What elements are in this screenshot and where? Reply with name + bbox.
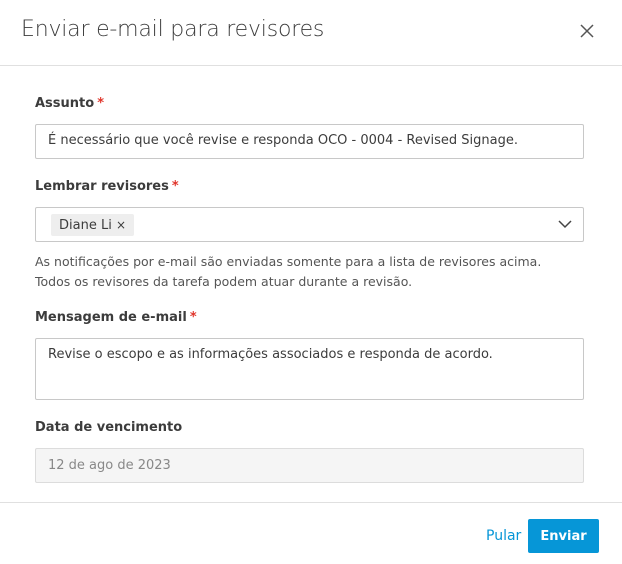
chevron-down-icon[interactable] xyxy=(558,219,572,229)
dialog-header: Enviar e-mail para revisores xyxy=(0,0,622,66)
close-icon[interactable] xyxy=(576,20,598,42)
dialog-footer xyxy=(0,502,622,503)
due-date-input: 12 de ago de 2023 xyxy=(35,448,584,483)
reviewers-label: Lembrar revisores * xyxy=(35,179,179,194)
skip-button[interactable]: Pular xyxy=(486,528,521,544)
chip-remove-icon[interactable]: × xyxy=(116,218,126,232)
subject-label: Assunto * xyxy=(35,96,105,111)
message-textarea[interactable]: Revise o escopo e as informações associa… xyxy=(35,338,584,400)
subject-input[interactable]: É necessário que você revise e responda … xyxy=(35,124,584,159)
message-label: Mensagem de e-mail * xyxy=(35,310,197,325)
due-date-label: Data de vencimento xyxy=(35,420,183,435)
reviewers-select[interactable]: Diane Li × xyxy=(35,207,584,242)
send-button[interactable]: Enviar xyxy=(528,519,599,553)
reviewers-help: As notificações por e-mail são enviadas … xyxy=(35,254,542,289)
dialog-title: Enviar e-mail para revisores xyxy=(21,17,325,42)
reviewer-chip: Diane Li × xyxy=(51,214,135,236)
